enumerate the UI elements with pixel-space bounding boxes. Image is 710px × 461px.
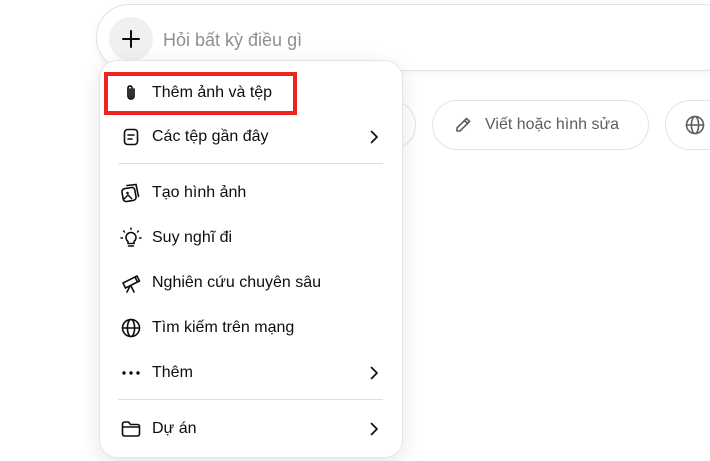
add-attachment-button[interactable]	[109, 17, 153, 61]
pencil-icon	[453, 115, 473, 135]
lightbulb-icon	[120, 227, 142, 249]
menu-item-label: Tìm kiếm trên mạng	[152, 319, 295, 336]
file-icon	[120, 126, 142, 148]
menu-item-label: Thêm ảnh và tệp	[152, 84, 273, 101]
menu-item-recent-files[interactable]: Các tệp gần đây	[100, 119, 402, 155]
menu-item-create-image[interactable]: Tạo hình ảnh	[100, 175, 402, 211]
globe-icon	[120, 317, 142, 339]
menu-item-label: Dự án	[152, 420, 197, 437]
chevron-right-icon	[366, 365, 382, 381]
folder-icon	[120, 418, 142, 440]
chip-label: Viết hoặc hình sửa	[485, 116, 620, 133]
plus-icon	[120, 28, 142, 50]
menu-item-projects[interactable]: Dự án	[100, 411, 402, 447]
menu-divider	[118, 163, 383, 164]
telescope-icon	[120, 272, 142, 294]
menu-item-label: Các tệp gần đây	[152, 128, 269, 145]
paperclip-icon	[120, 82, 142, 104]
menu-item-label: Thêm	[152, 364, 193, 381]
suggestion-chip-write[interactable]: Viết hoặc hình sửa	[432, 100, 649, 150]
prompt-input[interactable]	[163, 27, 663, 53]
menu-divider	[118, 399, 383, 400]
menu-item-label: Tạo hình ảnh	[152, 184, 247, 201]
chevron-right-icon	[366, 421, 382, 437]
more-dots-icon	[120, 362, 142, 384]
menu-item-add-photos-files[interactable]: Thêm ảnh và tệp	[100, 75, 402, 111]
menu-item-web-search[interactable]: Tìm kiếm trên mạng	[100, 310, 402, 346]
image-icon	[120, 182, 142, 204]
menu-item-more[interactable]: Thêm	[100, 355, 402, 391]
menu-item-label: Nghiên cứu chuyên sâu	[152, 274, 322, 291]
chevron-right-icon	[366, 129, 382, 145]
attachment-menu: Thêm ảnh và tệp Các tệp gần đây Tạo hình…	[99, 60, 403, 458]
menu-item-deep-research[interactable]: Nghiên cứu chuyên sâu	[100, 265, 402, 301]
globe-icon	[684, 114, 706, 136]
menu-item-label: Suy nghĩ đi	[152, 229, 233, 246]
suggestion-chip-globe[interactable]	[665, 100, 710, 150]
menu-item-think[interactable]: Suy nghĩ đi	[100, 220, 402, 256]
